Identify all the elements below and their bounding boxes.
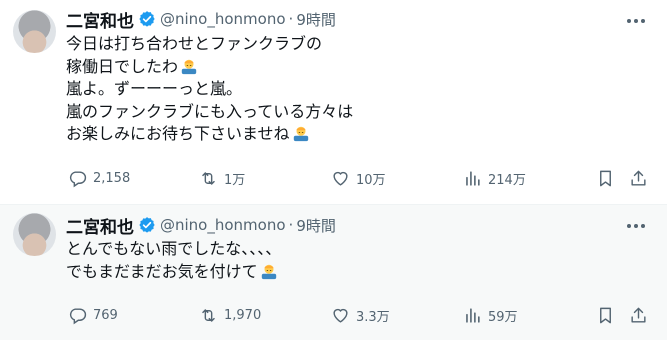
retweet-count: 1万 [224,172,246,188]
reply-icon [69,307,87,324]
person-bowing-emoji-icon [261,264,276,279]
reply-count: 769 [93,307,118,323]
more-icon[interactable] [627,12,645,30]
avatar[interactable] [13,10,56,53]
like-button[interactable]: 3.3万 [331,303,390,327]
tweet-line: 嵐のファンクラブにも入っている方々は [66,101,354,121]
timestamp[interactable]: 9時間 [296,9,336,30]
tweet-actions: 2,158 1万 10万 214万 [66,166,654,190]
tweet[interactable]: 二宮和也 @nino_honmono · 9時間 今日は打ち合わせとファンクラブ… [0,0,667,205]
tweet-line-with-emoji: 稼働日でしたわ [66,56,353,79]
retweet-icon [202,171,215,185]
like-button[interactable]: 10万 [331,166,386,190]
verified-badge-icon [139,11,155,27]
verified-badge-icon [139,217,155,233]
author-handle[interactable]: @nino_honmono [160,10,286,28]
tweet-header: 二宮和也 @nino_honmono · 9時間 [66,7,336,32]
reply-count: 2,158 [93,170,131,186]
tweet-line-with-emoji: お楽しみにお待ち下さいませね [66,123,353,146]
reply-button[interactable]: 769 [68,303,118,327]
separator-dot: · [288,10,294,28]
tweet-line: とんでもない雨でしたな、、、、 [66,239,282,258]
author-handle[interactable]: @nino_honmono [160,216,286,234]
separator-dot: · [288,216,294,234]
author-name[interactable]: 二宮和也 [66,7,134,32]
tweet-text: 今日は打ち合わせとファンクラブの 稼働日でしたわ 嵐よ。ずーーーっと嵐。 嵐のフ… [66,33,353,146]
views-count: 59万 [488,309,518,325]
views-button[interactable]: 214万 [463,166,526,190]
tweet-line: 嵐よ。ずーーーっと嵐。 [66,79,243,98]
tweet-text: とんでもない雨でしたな、、、、 でもまだまだお気を付けて [66,238,281,283]
reply-icon [69,170,87,187]
views-count: 214万 [488,172,526,188]
timestamp[interactable]: 9時間 [296,215,336,236]
like-icon [333,308,348,323]
bookmark-button[interactable] [596,303,615,327]
like-count: 10万 [356,172,386,188]
views-button[interactable]: 59万 [463,303,518,327]
avatar[interactable] [13,213,56,256]
retweet-button[interactable]: 1,970 [199,303,261,327]
tweet-line: 稼働日でしたわ [66,56,179,76]
tweet[interactable]: 二宮和也 @nino_honmono · 9時間 とんでもない雨でしたな、、、、… [0,205,667,340]
person-bowing-emoji-icon [293,126,308,142]
person-bowing-emoji-icon [181,59,197,74]
like-count: 3.3万 [356,309,390,325]
share-button[interactable] [629,166,648,190]
share-button[interactable] [629,303,648,327]
tweet-line: でもまだまだお気を付けて [66,261,258,281]
tweet-line: 今日は打ち合わせとファンクラブの [66,34,323,53]
retweet-icon [202,308,215,322]
share-icon [631,307,646,323]
share-icon [631,170,646,186]
tweet-line: お楽しみにお待ち下さいませね [66,124,290,143]
retweet-button[interactable]: 1万 [199,166,245,190]
views-icon [466,170,480,186]
bookmark-button[interactable] [596,166,615,190]
bookmark-icon [600,307,611,323]
reply-button[interactable]: 2,158 [68,166,130,190]
tweet-line-with-emoji: でもまだまだお気を付けて [66,261,281,284]
like-icon [333,171,348,186]
views-icon [466,307,480,323]
more-icon[interactable] [627,217,645,235]
bookmark-icon [600,170,611,186]
author-name[interactable]: 二宮和也 [66,213,134,238]
tweet-header: 二宮和也 @nino_honmono · 9時間 [66,213,336,238]
retweet-count: 1,970 [224,307,262,323]
tweet-actions: 769 1,970 3.3万 59万 [66,303,654,327]
